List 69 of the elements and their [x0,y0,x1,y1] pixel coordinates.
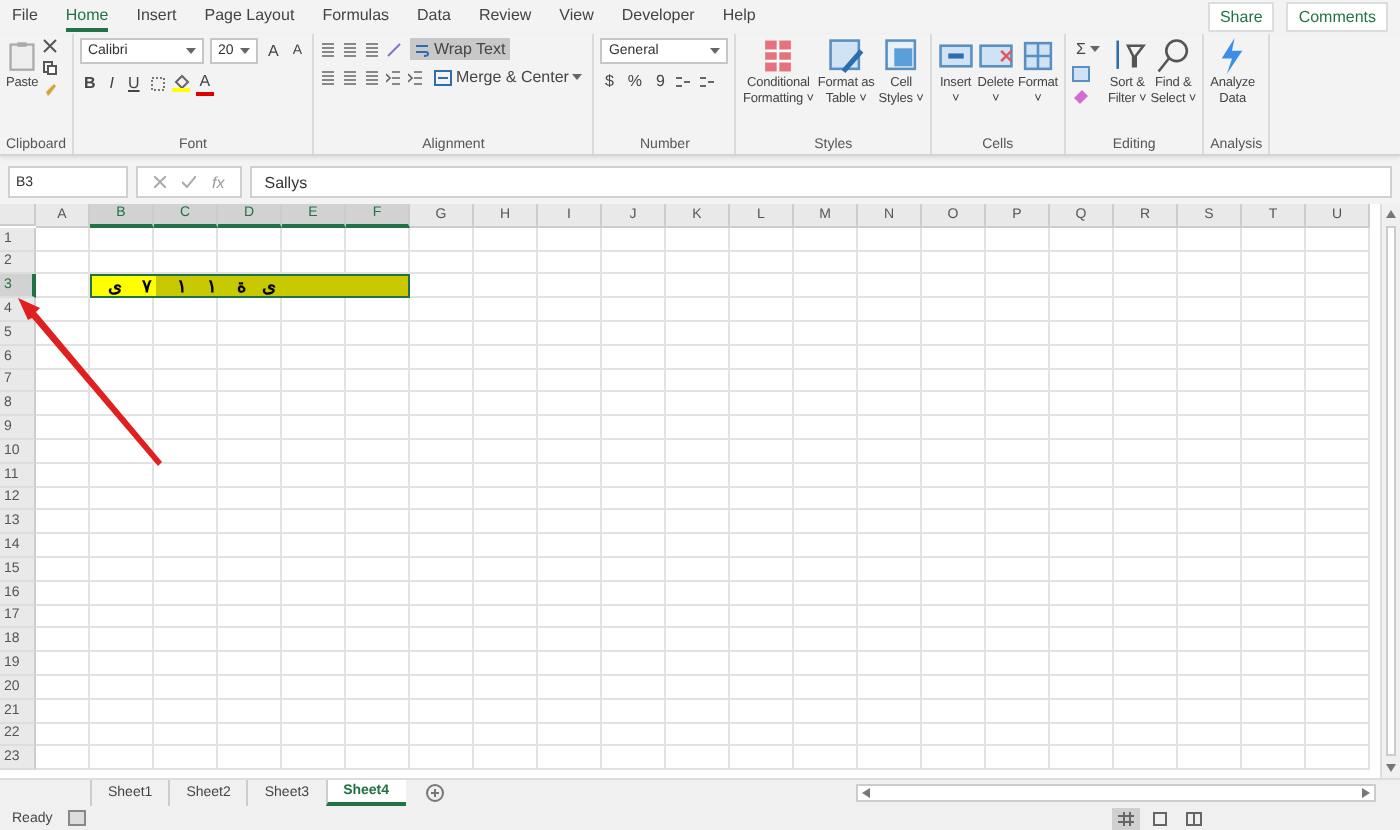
menu-tab[interactable]: Review [478,2,532,32]
eraser-icon [1072,88,1090,104]
cancel-icon[interactable] [154,176,166,188]
add-sheet-icon[interactable] [425,784,444,802]
format-cells-icon [1020,38,1056,74]
autosum-button[interactable]: Σ [1072,38,1104,60]
caret-icon [1089,46,1100,52]
fill-icon [1072,66,1090,82]
caret-icon [185,48,196,54]
grow-font-button[interactable]: A [263,40,283,62]
menu-tab[interactable]: Formulas [322,2,390,32]
copy-icon [42,60,59,76]
align-icon [319,69,336,85]
align-icon [363,41,380,57]
scroll-left-icon[interactable] [862,788,870,798]
menu-tab[interactable]: Developer [621,2,695,32]
merge-center-button[interactable]: Merge & Center [429,66,587,88]
caret-icon [239,48,250,54]
indent-icon [385,69,402,85]
menu-tab[interactable]: File [12,2,38,32]
insert-cells-icon [937,38,974,74]
align-icon [341,41,358,57]
format-painter-icon [42,82,59,98]
align-icon [319,41,336,57]
view-button[interactable] [1112,807,1140,829]
number-style-button[interactable]: % [623,70,647,92]
fill-color-icon [171,74,190,92]
menu-tab[interactable]: Page Layout [204,2,295,32]
delete-cells-icon [977,38,1014,74]
formula-field[interactable]: Sallys [250,166,1392,198]
scroll-right-icon[interactable] [1362,788,1370,798]
grid-view-icon [1118,811,1134,825]
font-style-button[interactable]: B [79,72,100,94]
font-color-button[interactable]: A [195,70,215,96]
number-style-button[interactable]: $ [600,70,618,92]
wrap-text-icon [413,41,430,57]
align-icon [363,69,380,85]
scroll-thumb[interactable] [1386,226,1396,756]
split-page-icon [1186,811,1202,825]
menu-tab[interactable]: Insert [136,2,177,32]
menu-tab[interactable]: Data [417,2,451,32]
select-all-corner[interactable] [0,204,36,226]
function-label: fx [212,173,225,191]
indent-icon [407,69,424,85]
caret-icon [710,48,721,54]
selected-range[interactable]: ى ة ١ ١ ٧ ى [90,274,410,299]
format-table-icon [828,38,865,74]
page-icon [1152,811,1168,825]
scissors-icon [42,38,59,54]
share-button[interactable]: Share [1207,2,1275,32]
check-icon[interactable] [182,176,196,188]
orientation-icon [385,41,404,57]
menu-tab[interactable]: Help [722,2,756,32]
comments-button[interactable]: Comments [1286,2,1388,32]
decimal-icon [698,73,717,89]
decimal-icon [674,73,693,89]
font-style-button[interactable]: U [123,72,144,94]
search-icon [1155,38,1192,74]
caret-icon [572,74,583,80]
view-button[interactable] [1180,807,1208,829]
align-icon [341,69,358,85]
borders-icon [149,75,166,91]
wrap-text-button[interactable]: Wrap Text [409,38,510,60]
menu-tab[interactable]: View [559,2,594,32]
number-style-button[interactable]: 9 [652,70,669,92]
merge-icon [433,69,452,85]
horizontal-scrollbar[interactable] [856,784,1376,802]
macro-icon [68,810,87,826]
font-style-button[interactable]: I [105,72,118,94]
